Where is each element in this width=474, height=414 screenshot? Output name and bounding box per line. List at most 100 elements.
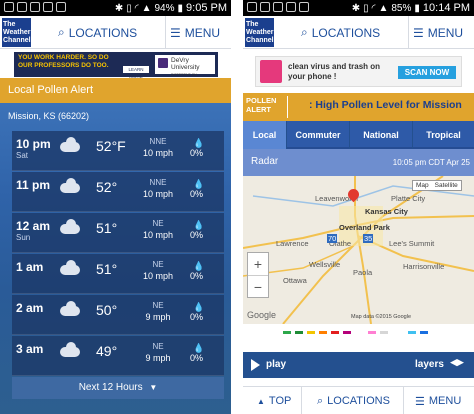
hour-temp: 49°	[96, 343, 118, 359]
search-icon: ⌕	[301, 25, 308, 39]
map-roads	[243, 176, 474, 324]
layers-button[interactable]: layers	[415, 359, 444, 370]
hour-time: 1 am	[16, 260, 44, 274]
tab-commuter[interactable]: Commuter	[287, 121, 350, 149]
tab-national[interactable]: National	[350, 121, 413, 149]
hour-row[interactable]: 12 am Sun 51° NE 10 mph 💧 0%	[12, 213, 224, 253]
zoom-in-button[interactable]: +	[248, 253, 268, 275]
map-option[interactable]: Map	[413, 181, 432, 190]
bluetooth-icon: ✱	[351, 2, 361, 14]
phone-screen-2: ✱ ▯ ◜ ▲ 85% ▮ 10:14 PM The Weather Chann…	[243, 0, 474, 414]
image-icon	[273, 2, 283, 12]
wind-direction: NE	[152, 260, 164, 269]
menu-icon: ☰	[170, 25, 181, 40]
precip-chance: 0%	[190, 271, 204, 281]
menu-label: MENU	[427, 25, 464, 40]
vibrate-icon: ▯	[126, 2, 132, 14]
map-label: Overland Park	[339, 223, 390, 232]
legend-swatch	[319, 331, 327, 334]
map-label: Lee's Summit	[389, 239, 435, 248]
hour-temp: 52°F	[96, 138, 126, 154]
twc-logo[interactable]: The Weather Channel	[2, 18, 31, 47]
wind-speed: 10 mph	[142, 189, 174, 199]
banner-ad[interactable]: YOU WORK HARDER. SO DO OUR PROFESSORS DO…	[14, 52, 218, 85]
wind-direction: NE	[152, 301, 164, 310]
location-label: Mission, KS (66202)	[8, 111, 90, 121]
battery-icon: ▮	[414, 2, 420, 14]
search-icon: ⌕	[317, 394, 324, 407]
precip-chance: 0%	[190, 353, 204, 363]
satellite-option[interactable]: Satellite	[432, 181, 461, 190]
pollen-alert-banner[interactable]: POLLEN ALERT : High Pollen Level for Mis…	[243, 93, 474, 121]
menu-button[interactable]: ☰ MENU	[415, 387, 461, 414]
zoom-out-button[interactable]: −	[248, 275, 268, 297]
signal-icon: ▲	[141, 2, 152, 14]
chevron-up-icon: ▲	[257, 396, 265, 406]
image-icon	[43, 2, 53, 12]
map-label: Paola	[353, 268, 373, 277]
map-type-toggle[interactable]: Map Satellite	[412, 180, 462, 191]
layers-icon[interactable]	[450, 359, 464, 367]
legend-swatch	[331, 331, 339, 334]
radar-label: Radar	[251, 156, 279, 167]
locations-button[interactable]: ⌕ LOCATIONS	[301, 16, 380, 49]
pollen-alert-banner[interactable]: Local Pollen Alert	[0, 78, 231, 103]
hour-row[interactable]: 10 pm Sat 52°F NNE 10 mph 💧 0%	[12, 131, 224, 171]
top-button[interactable]: ▲ TOP	[257, 387, 291, 414]
image-icon	[299, 2, 309, 12]
ad-brand-name: DeVry University	[171, 57, 200, 71]
legend-swatch	[420, 331, 428, 334]
precip-chance: 0%	[190, 312, 204, 322]
hour-day: Sun	[16, 233, 31, 242]
hour-row[interactable]: 11 pm 52° NNE 10 mph 💧 0%	[12, 172, 224, 212]
precip-chance: 0%	[190, 230, 204, 240]
hour-row[interactable]: 2 am 50° NE 9 mph 💧 0%	[12, 295, 224, 335]
precip-chance: 0%	[190, 148, 204, 158]
divider	[403, 387, 404, 414]
legend-swatch	[283, 331, 291, 334]
pollen-alert-label: POLLEN ALERT	[246, 96, 288, 118]
signal-icon: ▲	[378, 2, 389, 14]
locations-button[interactable]: ⌕ LOCATIONS	[317, 387, 390, 414]
play-button[interactable]: play	[266, 359, 286, 370]
wind-speed: 9 mph	[145, 312, 171, 322]
notification-icon	[4, 2, 14, 12]
map-label: Lawrence	[276, 239, 309, 248]
broom-icon	[260, 60, 282, 83]
wind-speed: 10 mph	[142, 271, 174, 281]
tab-tropical[interactable]: Tropical	[413, 121, 474, 149]
tab-local[interactable]: Local	[243, 121, 287, 149]
map-attribution: Map data ©2015 Google	[351, 314, 412, 320]
legend-swatch	[307, 331, 315, 334]
search-icon: ⌕	[58, 25, 65, 39]
locations-button[interactable]: ⌕ LOCATIONS	[58, 16, 137, 49]
devry-logo-icon	[158, 58, 168, 68]
hour-row[interactable]: 1 am 51° NE 10 mph 💧 0%	[12, 254, 224, 294]
road-shield: 35	[363, 234, 374, 243]
road-shield: 70	[327, 234, 338, 243]
top-label: TOP	[268, 395, 292, 407]
wind-speed: 9 mph	[145, 353, 171, 363]
image-icon	[30, 2, 40, 12]
chevron-down-icon: ▼	[149, 383, 158, 392]
menu-icon: ☰	[415, 395, 425, 408]
hour-row[interactable]: 3 am 49° NE 9 mph 💧 0%	[12, 336, 224, 376]
menu-button[interactable]: ☰ MENU	[170, 16, 220, 49]
play-icon[interactable]	[251, 359, 260, 371]
banner-ad[interactable]: clean virus and trash on your phone ! SC…	[255, 56, 462, 87]
map-label: Harrisonville	[403, 262, 445, 271]
hour-temp: 50°	[96, 302, 118, 318]
image-icon	[17, 2, 27, 12]
ad-learn-more-button[interactable]: LEARN MORE	[123, 66, 149, 79]
zoom-control: + −	[247, 252, 269, 298]
app-header: The Weather Channel ⌕ LOCATIONS ☰ MENU	[243, 16, 474, 49]
next-12-hours-button[interactable]: Next 12 Hours ▼	[12, 377, 224, 399]
scan-now-button[interactable]: SCAN NOW	[398, 66, 456, 79]
wind-direction: NNE	[149, 137, 167, 146]
twc-logo[interactable]: The Weather Channel	[245, 18, 274, 47]
legend-swatch	[343, 331, 351, 334]
radar-map[interactable]: Map Satellite Leavenworth Platte City Ka…	[243, 176, 474, 324]
pollen-alert-text: : High Pollen Level for Mission	[309, 99, 462, 111]
hourly-forecast: Mission, KS (66202) 10 pm Sat 52°F NNE 1…	[0, 103, 231, 414]
menu-button[interactable]: ☰ MENU	[413, 16, 463, 49]
